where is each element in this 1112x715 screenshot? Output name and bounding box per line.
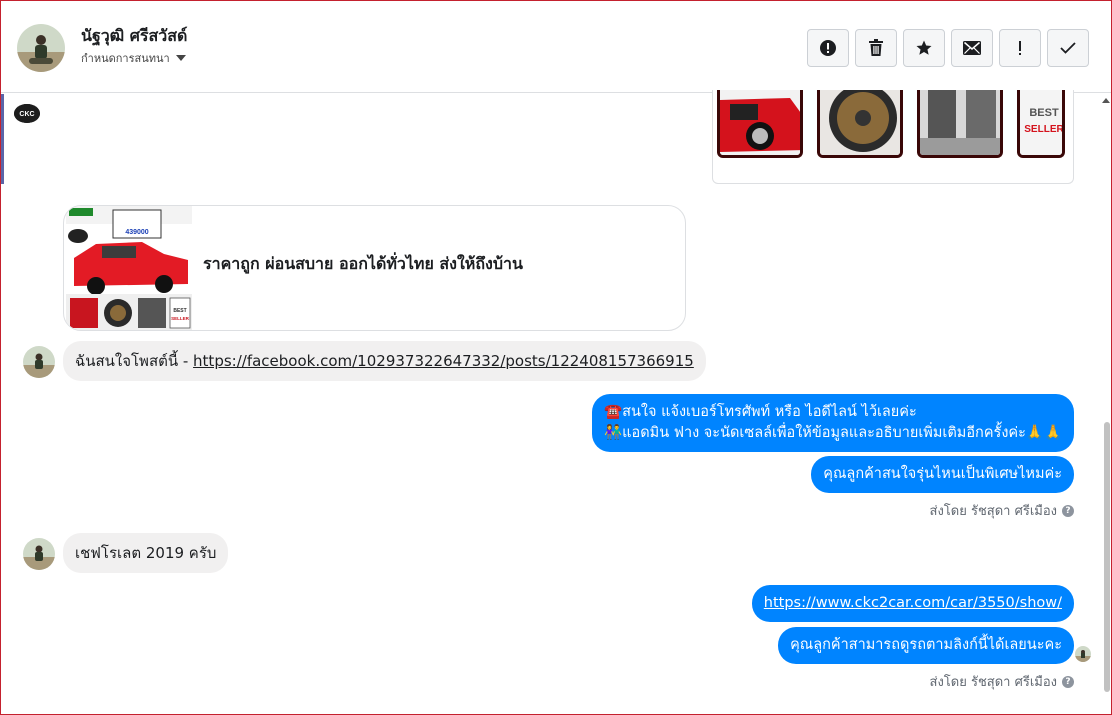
scrollbar-thumb[interactable] bbox=[1104, 422, 1110, 692]
product-thumbnails: BEST SELLER bbox=[717, 90, 1065, 158]
message-line: 👫แอดมิน ฟาง จะนัดเซลล์เพื่อให้ข้อมูลและอ… bbox=[604, 425, 1062, 441]
header-actions bbox=[807, 29, 1089, 67]
incoming-message[interactable]: ฉันสนใจโพสต์นี้ - https://facebook.com/1… bbox=[63, 341, 706, 381]
svg-text:439000: 439000 bbox=[125, 229, 148, 236]
post-link-preview[interactable]: 439000 BEST SELLER ราคาถูก ผ่อนสบาย ออกไ… bbox=[63, 205, 686, 331]
message-text: คุณลูกค้าสามารถดูรถตามลิงก์นี้ได้เลยนะคะ bbox=[790, 637, 1062, 653]
contact-avatar[interactable] bbox=[17, 24, 65, 72]
star-icon bbox=[916, 40, 932, 55]
outgoing-message[interactable]: ☎️สนใจ แจ้งเบอร์โทรศัพท์ หรือ ไอดีไลน์ ไ… bbox=[592, 394, 1074, 452]
sent-by-label: ส่งโดย รัชสุดา ศรีเมือง ? bbox=[930, 500, 1074, 521]
conversation-menu[interactable]: กำหนดการสนทนา bbox=[81, 49, 186, 67]
product-attachment-card[interactable]: BEST SELLER bbox=[712, 90, 1074, 184]
contact-avatar-small[interactable] bbox=[23, 346, 55, 378]
mark-important-button[interactable] bbox=[999, 29, 1041, 67]
svg-text:SELLER: SELLER bbox=[1024, 124, 1064, 135]
left-accent-bar bbox=[1, 94, 4, 184]
car-link[interactable]: https://www.ckc2car.com/car/3550/show/ bbox=[764, 595, 1062, 611]
check-icon bbox=[1060, 42, 1076, 54]
wheel-thumbnail bbox=[817, 90, 903, 158]
help-icon[interactable]: ? bbox=[1062, 504, 1074, 517]
message-text: คุณลูกค้าสนใจรุ่นไหนเป็นพิเศษไหมค่ะ bbox=[823, 466, 1062, 482]
car-thumbnail bbox=[717, 90, 803, 158]
sent-by-text: ส่งโดย รัชสุดา ศรีเมือง bbox=[929, 504, 1057, 519]
spam-icon bbox=[820, 40, 836, 56]
svg-text:SELLER: SELLER bbox=[171, 316, 190, 321]
interior-thumbnail bbox=[917, 90, 1003, 158]
caret-down-icon bbox=[175, 55, 186, 61]
conversation-header: นัฐวุฒิ ศรีสวัสด์ กำหนดการสนทนา bbox=[1, 1, 1111, 93]
best-seller-thumbnail: BEST SELLER bbox=[1017, 90, 1065, 158]
svg-text:BEST: BEST bbox=[1029, 107, 1059, 119]
message-thread[interactable]: CKC BEST SELLER 439000 BEST SELLER ราคาถ… bbox=[1, 90, 1111, 714]
scrollbar[interactable] bbox=[1102, 94, 1111, 714]
mark-unread-button[interactable] bbox=[951, 29, 993, 67]
messenger-window: นัฐวุฒิ ศรีสวัสด์ กำหนดการสนทนา CKC BEST… bbox=[0, 0, 1112, 715]
contact-avatar-small[interactable] bbox=[23, 538, 55, 570]
mark-spam-button[interactable] bbox=[807, 29, 849, 67]
incoming-message[interactable]: เชฟโรเลต 2019 ครับ bbox=[63, 533, 229, 573]
svg-text:CKC: CKC bbox=[19, 111, 34, 118]
outgoing-message[interactable]: คุณลูกค้าสามารถดูรถตามลิงก์นี้ได้เลยนะคะ bbox=[778, 627, 1074, 664]
mark-done-button[interactable] bbox=[1047, 29, 1089, 67]
outgoing-message[interactable]: คุณลูกค้าสนใจรุ่นไหนเป็นพิเศษไหมค่ะ bbox=[811, 456, 1074, 493]
star-button[interactable] bbox=[903, 29, 945, 67]
envelope-icon bbox=[963, 41, 981, 55]
conversation-menu-label: กำหนดการสนทนา bbox=[81, 52, 170, 65]
post-preview-title: ราคาถูก ผ่อนสบาย ออกได้ทั่วไทย ส่งให้ถึง… bbox=[203, 254, 523, 273]
page-logo-icon: CKC bbox=[14, 104, 40, 123]
scroll-up-arrow-icon[interactable] bbox=[1102, 98, 1110, 103]
help-icon[interactable]: ? bbox=[1062, 675, 1074, 688]
delete-button[interactable] bbox=[855, 29, 897, 67]
sent-by-label: ส่งโดย รัชสุดา ศรีเมือง ? bbox=[930, 671, 1074, 692]
contact-name[interactable]: นัฐวุฒิ ศรีสวัสด์ bbox=[81, 24, 187, 49]
outgoing-message[interactable]: https://www.ckc2car.com/car/3550/show/ bbox=[751, 585, 1074, 622]
post-link[interactable]: https://facebook.com/102937322647332/pos… bbox=[193, 352, 694, 370]
trash-icon bbox=[869, 39, 883, 56]
message-text: ฉันสนใจโพสต์นี้ - bbox=[75, 352, 194, 370]
message-line: ☎️สนใจ แจ้งเบอร์โทรศัพท์ หรือ ไอดีไลน์ ไ… bbox=[604, 404, 917, 420]
message-text: เชฟโรเลต 2019 ครับ bbox=[75, 544, 217, 562]
svg-text:BEST: BEST bbox=[173, 308, 186, 314]
seen-avatar bbox=[1075, 646, 1091, 662]
post-preview-image: 439000 BEST SELLER bbox=[66, 206, 192, 330]
sent-by-text: ส่งโดย รัชสุดา ศรีเมือง bbox=[929, 675, 1057, 690]
exclamation-icon bbox=[1019, 41, 1021, 55]
